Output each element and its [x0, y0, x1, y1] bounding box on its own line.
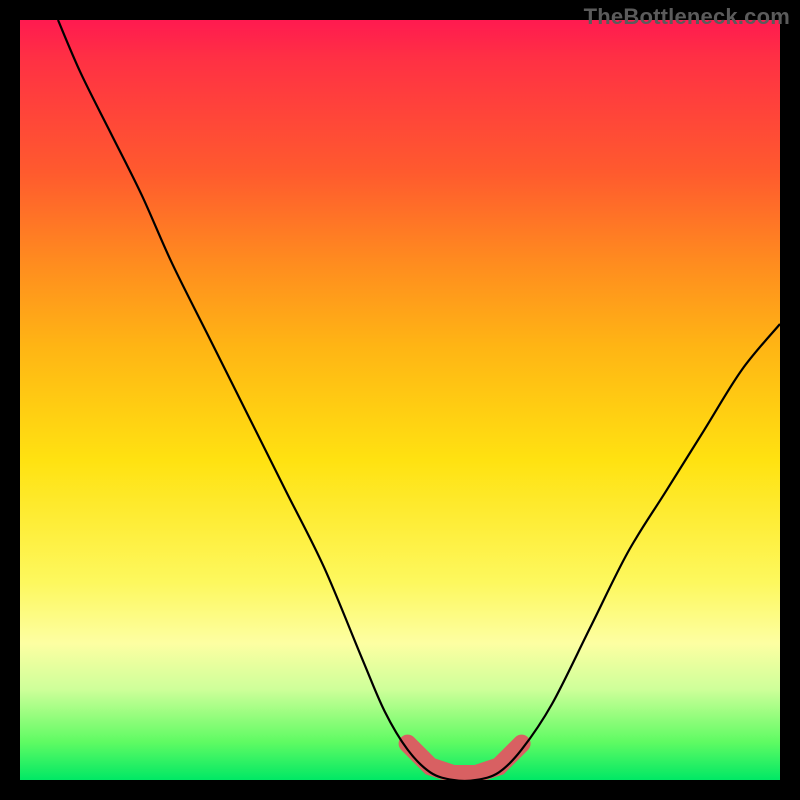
watermark-text: TheBottleneck.com [584, 4, 790, 30]
bottleneck-chart [20, 20, 780, 780]
chart-gradient-background [20, 20, 780, 780]
bottleneck-curve-line [58, 20, 780, 780]
